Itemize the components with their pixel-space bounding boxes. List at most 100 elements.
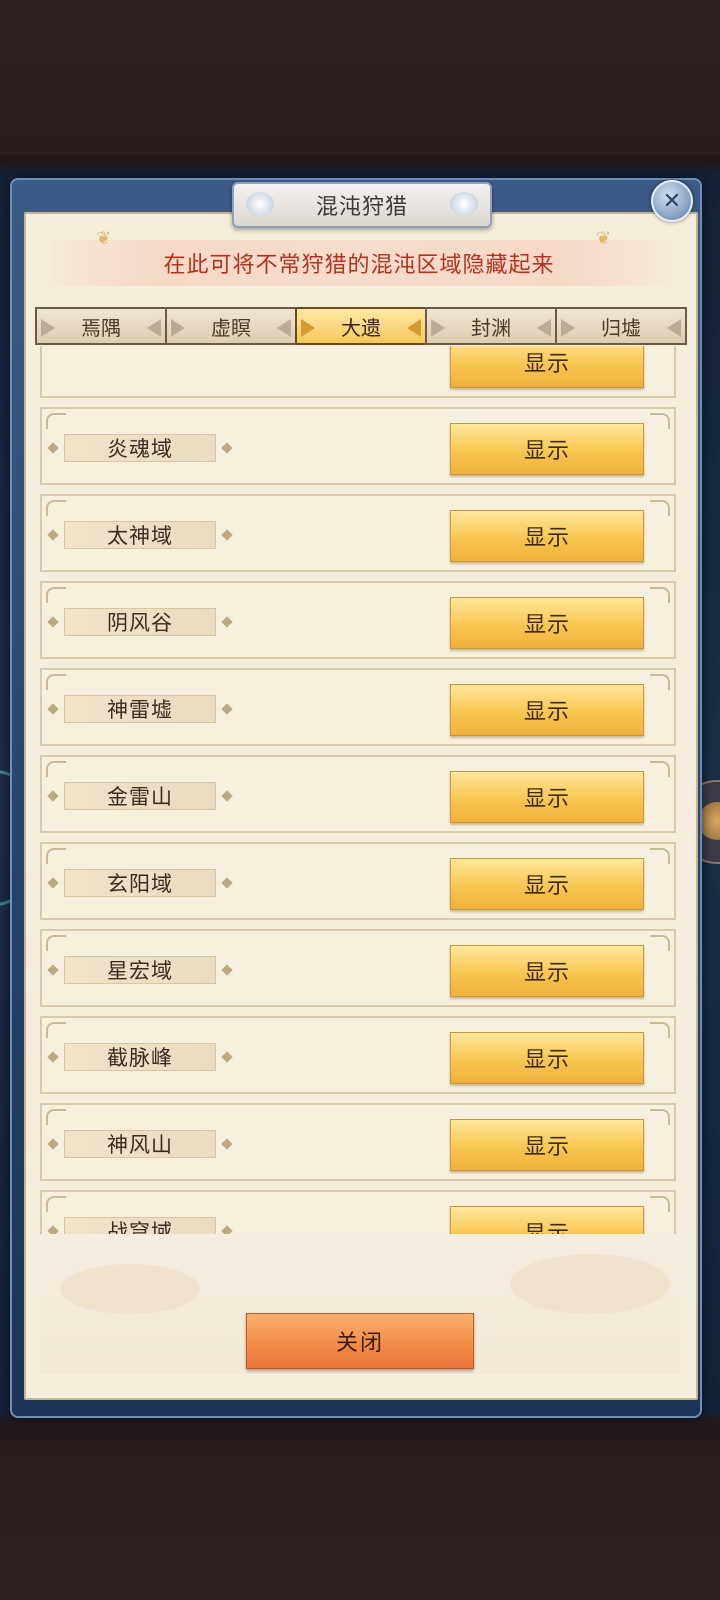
diamond-ornament — [221, 1051, 233, 1063]
show-button[interactable]: 显示 — [450, 858, 644, 910]
close-icon[interactable]: ✕ — [651, 180, 693, 222]
show-button[interactable]: 显示 — [450, 1206, 644, 1234]
corner-ornament — [46, 1022, 66, 1038]
list-item: 截脉峰 显示 — [40, 1016, 676, 1094]
show-button-label: 显示 — [523, 787, 570, 812]
diamond-ornament — [221, 529, 233, 541]
area-name-plate: 金雷山 — [47, 782, 233, 810]
area-name-plate: 战穹域 — [47, 1217, 233, 1234]
show-button-label: 显示 — [523, 613, 570, 638]
area-name-plate: 截脉峰 — [47, 1043, 233, 1071]
show-button-label: 显示 — [523, 1135, 570, 1160]
show-button[interactable]: 显示 — [450, 1119, 644, 1171]
area-name-plate: 炎魂域 — [47, 434, 233, 462]
tab-arrow-left-icon — [561, 319, 575, 337]
tab-label: 封渊 — [471, 315, 511, 340]
corner-ornament — [46, 848, 66, 864]
show-button-label: 显示 — [524, 1216, 570, 1234]
list-item: 战穹域 显示 — [40, 1190, 676, 1234]
list-item: 阴风谷 显示 — [40, 581, 676, 659]
corner-ornament — [650, 587, 670, 603]
show-button[interactable]: 显示 — [450, 346, 644, 388]
list-item: 神风山 显示 — [40, 1103, 676, 1181]
tab-arrow-right-icon — [667, 319, 681, 337]
corner-ornament — [46, 500, 66, 516]
notice-text: 在此可将不常狩猎的混沌区域隐藏起来 — [163, 253, 555, 278]
close-button-label: 关闭 — [335, 1331, 384, 1356]
show-button[interactable]: 显示 — [450, 1032, 644, 1084]
tab-fengyuan[interactable]: 封渊 — [425, 307, 557, 345]
diamond-ornament — [47, 1138, 59, 1150]
show-button-label: 显示 — [523, 1048, 570, 1073]
show-button[interactable]: 显示 — [450, 684, 644, 736]
corner-ornament — [650, 848, 670, 864]
region-tabs: 焉隅 虚瞑 大遗 封渊 归墟 — [35, 307, 687, 345]
close-button[interactable]: 关闭 — [246, 1313, 474, 1369]
list-item: 玄阳域 显示 — [40, 842, 676, 920]
bottom-dim-overlay — [0, 1440, 720, 1600]
corner-ornament — [46, 413, 66, 429]
diamond-ornament — [221, 1138, 233, 1150]
top-dim-overlay — [0, 0, 720, 155]
show-button-label: 显示 — [523, 526, 570, 551]
diamond-ornament — [47, 790, 59, 802]
corner-ornament — [650, 1109, 670, 1125]
diamond-ornament — [47, 1051, 59, 1063]
dialog-title-tab: 混沌狩猎 — [232, 182, 492, 228]
tab-arrow-left-icon — [301, 319, 315, 337]
tab-yanyu[interactable]: 焉隅 — [35, 307, 167, 345]
game-screen: 混沌狩猎 ✕ ❦ 在此可将不常狩猎的混沌区域隐藏起来 ❦ 焉隅 虚瞑 大遗 封渊 — [0, 0, 720, 1600]
area-name: 神风山 — [107, 1133, 173, 1157]
tab-arrow-right-icon — [147, 319, 161, 337]
tab-xuming[interactable]: 虚瞑 — [165, 307, 297, 345]
tab-dayi[interactable]: 大遗 — [295, 307, 427, 345]
tab-arrow-right-icon — [277, 319, 291, 337]
area-name: 炎魂域 — [107, 437, 173, 461]
list-item: 神雷墟 显示 — [40, 668, 676, 746]
diamond-ornament — [221, 442, 233, 454]
corner-ornament — [650, 935, 670, 951]
corner-ornament — [46, 761, 66, 777]
show-button[interactable]: 显示 — [450, 771, 644, 823]
diamond-ornament — [47, 616, 59, 628]
diamond-ornament — [47, 703, 59, 715]
corner-ornament — [46, 935, 66, 951]
area-name-plate: 阴风谷 — [47, 608, 233, 636]
show-button[interactable]: 显示 — [450, 510, 644, 562]
show-button-label: 显示 — [523, 439, 570, 464]
diamond-ornament — [47, 442, 59, 454]
area-name-plate: 太神域 — [47, 521, 233, 549]
cloud-ornament-icon — [450, 192, 478, 216]
tab-guixu[interactable]: 归墟 — [555, 307, 687, 345]
diamond-ornament — [221, 1225, 233, 1234]
tab-arrow-left-icon — [41, 319, 55, 337]
show-button[interactable]: 显示 — [450, 945, 644, 997]
area-name: 神雷墟 — [107, 698, 173, 722]
diamond-ornament — [221, 964, 233, 976]
corner-ornament — [650, 1022, 670, 1038]
tab-arrow-left-icon — [171, 319, 185, 337]
corner-ornament — [650, 674, 670, 690]
cloud-ornament-icon — [246, 192, 274, 216]
diamond-ornament — [47, 1225, 59, 1234]
show-button-label: 显示 — [523, 961, 570, 986]
show-button[interactable]: 显示 — [450, 597, 644, 649]
tab-label: 大遗 — [341, 315, 381, 340]
corner-ornament — [46, 1109, 66, 1125]
list-item: 炎魂域 显示 — [40, 407, 676, 485]
list-item: 星宏域 显示 — [40, 929, 676, 1007]
tab-label: 虚瞑 — [211, 315, 251, 340]
corner-ornament — [650, 413, 670, 429]
area-list[interactable]: 显示 炎魂域 显示 太神域 显示 阴风谷 显示 神雷墟 显示 金雷山 显示 玄阳… — [40, 346, 680, 1234]
area-name-plate: 神雷墟 — [47, 695, 233, 723]
show-button[interactable]: 显示 — [450, 423, 644, 475]
tab-arrow-left-icon — [431, 319, 445, 337]
area-name-plate: 玄阳域 — [47, 869, 233, 897]
butterfly-icon: ❦ — [596, 228, 612, 249]
tab-arrow-right-icon — [407, 319, 421, 337]
list-item: 金雷山 显示 — [40, 755, 676, 833]
corner-ornament — [650, 761, 670, 777]
diamond-ornament — [47, 964, 59, 976]
diamond-ornament — [221, 790, 233, 802]
tab-label: 归墟 — [601, 315, 641, 340]
